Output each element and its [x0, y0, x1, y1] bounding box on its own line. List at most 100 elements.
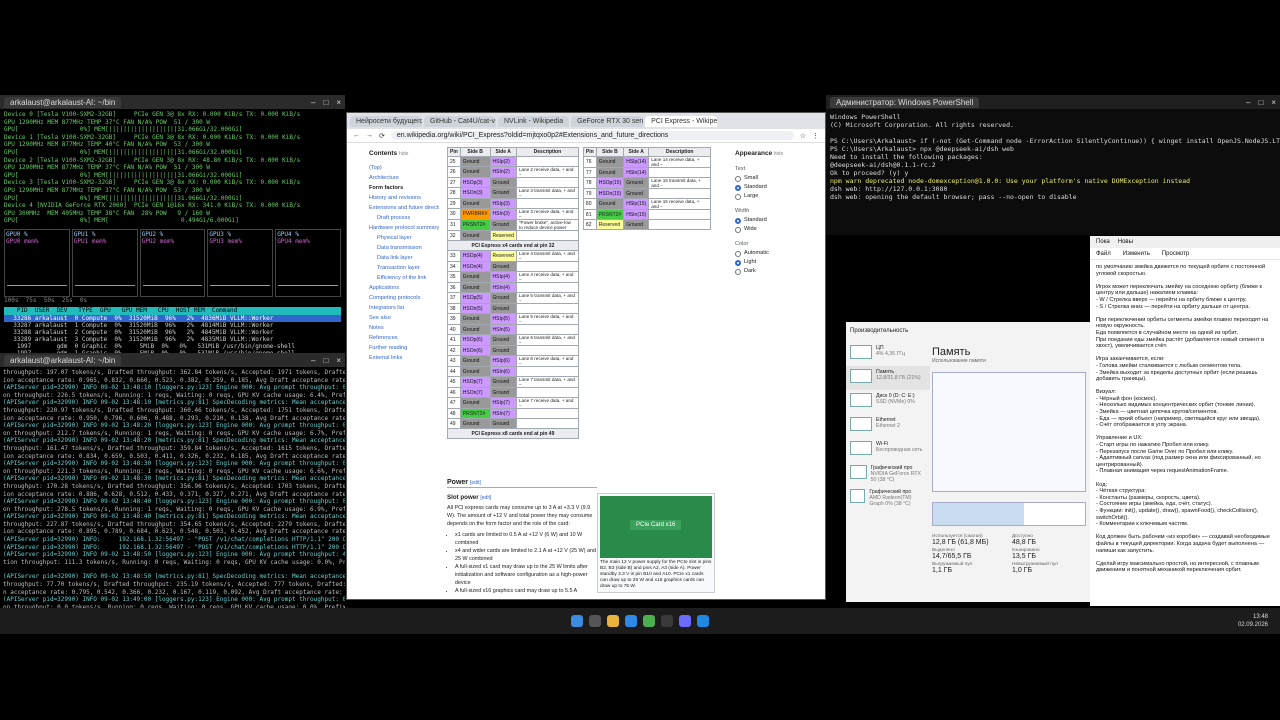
- toc-item[interactable]: History and revisions: [369, 193, 439, 203]
- minimize-icon[interactable]: –: [311, 356, 315, 365]
- appearance-hide-button[interactable]: hide: [774, 151, 783, 157]
- performance-item[interactable]: Wi-Fi Беспроводная сеть: [846, 438, 930, 462]
- performance-item[interactable]: ЦП 4% 4,36 ГГц: [846, 342, 930, 366]
- radio-icon[interactable]: [735, 217, 741, 224]
- pcie-card-image[interactable]: PCIe Card x16: [600, 496, 712, 558]
- task-manager-icon[interactable]: [697, 615, 709, 627]
- radio-option[interactable]: Dark: [735, 267, 819, 276]
- search-icon[interactable]: [589, 615, 601, 627]
- browser-tab[interactable]: NVLink - Wikipedia: [498, 116, 570, 127]
- toc-item[interactable]: Integrators list: [369, 303, 439, 313]
- notepad-text-area[interactable]: по умолчанию змейка движется по текущей …: [1090, 260, 1280, 578]
- browser-tab[interactable]: Нейросети будущего игр: [350, 116, 422, 127]
- close-icon[interactable]: ×: [336, 98, 341, 107]
- performance-item[interactable]: Графический про AMD Radeon(TM) Graph 0% (…: [846, 486, 930, 510]
- toc-item[interactable]: Architecture: [369, 173, 439, 183]
- performance-item[interactable]: Графический про NVIDIA GeForce RTX 50 (38…: [846, 462, 930, 486]
- notepad-tab[interactable]: Пока: [1096, 239, 1110, 245]
- task-manager-window[interactable]: Производительность ЦП 4% 4,36 ГГц Память 12…: [846, 322, 1090, 602]
- radio-option[interactable]: Wide: [735, 225, 819, 234]
- performance-item[interactable]: Память 12,8/31,8 ГБ (21%): [846, 366, 930, 390]
- radio-icon[interactable]: [735, 259, 741, 266]
- system-clock[interactable]: 13:48 02.09.2026: [1238, 613, 1268, 629]
- toc-item[interactable]: Draft process: [369, 213, 439, 223]
- notepad-tab[interactable]: Новы: [1118, 239, 1133, 245]
- table-row[interactable]: 33289 arkalaust 3 Compute 0% 31520MiB 96…: [4, 336, 341, 343]
- vscode-icon[interactable]: [625, 615, 637, 627]
- edit-link[interactable]: edit: [471, 480, 479, 486]
- powershell-window[interactable]: Администратор: Windows PowerShell – □ × Wi…: [826, 95, 1280, 235]
- notepad-menu[interactable]: Файл Изменить Просмотр: [1090, 248, 1280, 260]
- maximize-icon[interactable]: □: [323, 98, 328, 107]
- minimize-icon[interactable]: –: [1246, 98, 1250, 107]
- table-row[interactable]: 33287 arkalaust 1 Compute 0% 31520MiB 96…: [4, 322, 341, 329]
- radio-option[interactable]: Small: [735, 174, 819, 183]
- powershell-titlebar[interactable]: Администратор: Windows PowerShell – □ ×: [826, 95, 1280, 109]
- radio-option[interactable]: Large: [735, 192, 819, 201]
- star-icon[interactable]: ☆: [800, 132, 806, 140]
- table-row[interactable]: 33288 arkalaust 2 Compute 0% 31520MiB 96…: [4, 329, 341, 336]
- radio-icon[interactable]: [735, 175, 741, 182]
- toc-item[interactable]: Data link layer: [369, 253, 439, 263]
- notepad-window[interactable]: Пока Новы Файл Изменить Просмотр по умолчан…: [1090, 236, 1280, 606]
- terminal-titlebar[interactable]: arkalaust@arkalaust-AI: ~/bin – □ ×: [0, 353, 345, 367]
- menu-item[interactable]: Файл: [1096, 251, 1111, 257]
- toc-item[interactable]: Efficiency of the link: [369, 273, 439, 283]
- performance-list[interactable]: ЦП 4% 4,36 ГГц Память 12,8/31,8 ГБ (21%) Дис…: [846, 342, 930, 510]
- nvtop-terminal-window[interactable]: arkalaust@arkalaust-AI: ~/bin – □ × Device…: [0, 95, 345, 353]
- address-bar[interactable]: en.wikipedia.org/wiki/PCI_Express?oldid=…: [390, 131, 794, 140]
- radio-icon[interactable]: [735, 226, 741, 233]
- toc-item[interactable]: See also: [369, 313, 439, 323]
- toc-item[interactable]: External links: [369, 353, 439, 363]
- menu-item[interactable]: Просмотр: [1162, 251, 1189, 257]
- file-explorer-icon[interactable]: [607, 615, 619, 627]
- radio-icon[interactable]: [735, 193, 741, 200]
- toc-item[interactable]: Data transmission: [369, 243, 439, 253]
- menu-item[interactable]: Изменить: [1123, 251, 1150, 257]
- toc-hide-button[interactable]: hide: [399, 151, 408, 157]
- performance-item[interactable]: Диск 0 (D: C: E:) SSD (NVMe) 0%: [846, 390, 930, 414]
- toc-item[interactable]: Applications: [369, 283, 439, 293]
- performance-item[interactable]: Ethernet Ethernet 2: [846, 414, 930, 438]
- toc-item[interactable]: Hardware protocol summary: [369, 223, 439, 233]
- toc-item[interactable]: Transaction layer: [369, 263, 439, 273]
- toc-item[interactable]: Physical layer: [369, 233, 439, 243]
- radio-icon[interactable]: [735, 250, 741, 257]
- back-icon[interactable]: ←: [353, 132, 360, 139]
- minimize-icon[interactable]: –: [311, 98, 315, 107]
- browser-tab-strip[interactable]: Нейросети будущего игрGitHub - Cat4U/cat…: [347, 113, 825, 129]
- browser-window[interactable]: Нейросети будущего игрGitHub - Cat4U/cat…: [346, 112, 826, 600]
- radio-option[interactable]: Light: [735, 258, 819, 267]
- radio-option[interactable]: Standard: [735, 183, 819, 192]
- toc-item[interactable]: References: [369, 333, 439, 343]
- radio-option[interactable]: Automatic: [735, 249, 819, 258]
- toc-item[interactable]: Extensions and future directions: [369, 203, 439, 213]
- menu-icon[interactable]: ⋮: [812, 132, 819, 140]
- forward-icon[interactable]: →: [366, 132, 373, 139]
- close-icon[interactable]: ×: [1271, 98, 1276, 107]
- reload-icon[interactable]: ⟳: [379, 132, 385, 140]
- toc-item[interactable]: Competing protocols: [369, 293, 439, 303]
- maximize-icon[interactable]: □: [1258, 98, 1263, 107]
- radio-icon[interactable]: [735, 184, 741, 191]
- toc-item[interactable]: (Top): [369, 163, 439, 173]
- notepad-tabs[interactable]: Пока Новы: [1090, 236, 1280, 248]
- toc-item[interactable]: Notes: [369, 323, 439, 333]
- table-row[interactable]: 33286 arkalaust 0 Compute 0% 31520MiB 96…: [4, 314, 341, 322]
- start-icon[interactable]: [571, 615, 583, 627]
- close-icon[interactable]: ×: [336, 356, 341, 365]
- gpu-process-table[interactable]: PID USER DEV TYPE GPU GPU MEM CPU HOST M…: [4, 306, 341, 353]
- vllm-log-terminal-window[interactable]: arkalaust@arkalaust-AI: ~/bin – □ × throug…: [0, 353, 345, 608]
- terminal-icon[interactable]: [661, 615, 673, 627]
- chrome-icon[interactable]: [643, 615, 655, 627]
- browser-tab[interactable]: GitHub - Cat4U/cat-v: [424, 116, 496, 127]
- table-row[interactable]: 1997 gdm 0 Graphic 0% 5MiB 0% 0% 531MiB …: [4, 343, 341, 350]
- browser-tab[interactable]: PCI Express - Wikipedia: [645, 116, 718, 127]
- radio-icon[interactable]: [735, 268, 741, 275]
- radio-option[interactable]: Standard: [735, 216, 819, 225]
- edit-link[interactable]: edit: [482, 495, 490, 501]
- browser-tab[interactable]: GeForce RTX 30 series: [571, 116, 644, 127]
- terminal-titlebar[interactable]: arkalaust@arkalaust-AI: ~/bin – □ ×: [0, 95, 345, 109]
- maximize-icon[interactable]: □: [323, 356, 328, 365]
- app-icon[interactable]: [679, 615, 691, 627]
